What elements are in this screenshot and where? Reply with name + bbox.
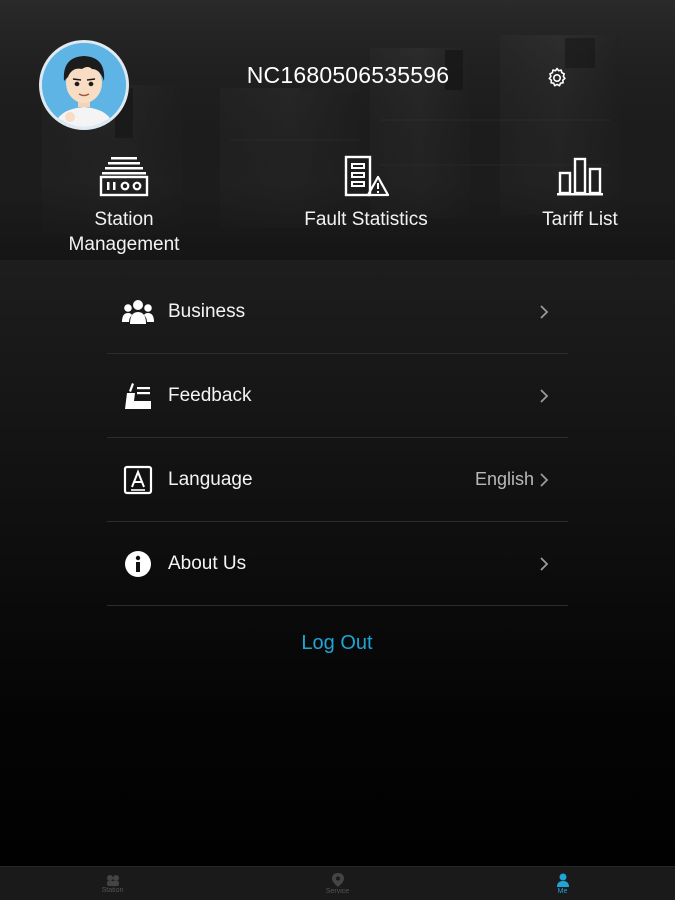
tab-label: Service — [325, 888, 350, 895]
tab-service[interactable]: Service — [225, 867, 450, 900]
menu-item-label: Feedback — [168, 384, 252, 406]
fault-statistics-icon — [281, 150, 451, 202]
menu-item-about-us[interactable]: About Us — [107, 522, 568, 606]
menu-item-label: Language — [168, 468, 253, 490]
chevron-right-icon — [538, 555, 550, 573]
chevron-right-icon — [538, 387, 550, 405]
feedback-icon — [121, 379, 155, 413]
menu-item-label: About Us — [168, 552, 247, 574]
person-icon — [556, 873, 569, 887]
location-pin-icon — [331, 873, 344, 887]
tab-station[interactable]: Station — [0, 867, 225, 900]
tab-label: Station — [101, 887, 124, 894]
gear-icon[interactable] — [541, 62, 573, 94]
station-management-button[interactable]: Station Management — [39, 150, 209, 257]
tab-me[interactable]: Me — [450, 867, 675, 900]
settings-menu: Business Feedback Language English About… — [107, 270, 568, 606]
username-label: NC1680506535596 — [246, 62, 450, 88]
fault-statistics-label: Fault Statistics — [304, 209, 428, 230]
menu-item-language[interactable]: Language English — [107, 438, 568, 522]
station-tab-icon — [106, 875, 119, 886]
menu-item-label: Business — [168, 300, 246, 322]
tab-label: Me — [557, 888, 568, 895]
people-icon — [121, 295, 155, 329]
chevron-right-icon — [538, 303, 550, 321]
bottom-tab-bar: Station Service Me — [0, 866, 675, 900]
language-icon — [121, 463, 155, 497]
chevron-right-icon — [538, 471, 550, 489]
bar-chart-icon — [495, 150, 665, 202]
tariff-list-button[interactable]: Tariff List — [495, 150, 665, 232]
fault-statistics-button[interactable]: Fault Statistics — [281, 150, 451, 232]
station-management-label: Station Management — [68, 209, 180, 255]
avatar-icon[interactable] — [39, 40, 129, 130]
logout-button[interactable]: Log Out — [237, 632, 437, 655]
language-value: English — [474, 469, 534, 489]
app-screen: NC1680506535596 Station Management Fault… — [0, 0, 675, 900]
menu-item-business[interactable]: Business — [107, 270, 568, 354]
station-icon — [39, 150, 209, 202]
menu-item-feedback[interactable]: Feedback — [107, 354, 568, 438]
profile-header: NC1680506535596 — [0, 0, 675, 150]
info-icon — [121, 547, 155, 581]
tariff-list-label: Tariff List — [542, 209, 618, 230]
